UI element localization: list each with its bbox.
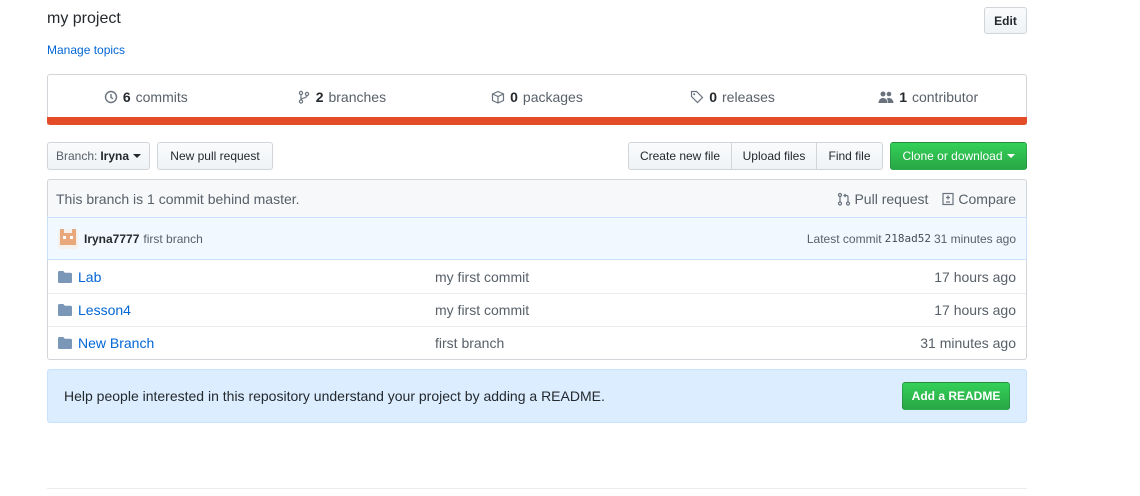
commit-age: 31 minutes ago xyxy=(933,231,1016,246)
branch-select-button[interactable]: Branch: Iryna xyxy=(47,142,150,170)
file-row: Lab my first commit 17 hours ago xyxy=(48,260,1026,293)
file-commit-message[interactable]: first branch xyxy=(435,335,920,351)
commit-author[interactable]: Iryna7777 xyxy=(84,232,139,246)
folder-icon xyxy=(58,337,72,349)
divider xyxy=(47,488,1027,489)
tag-icon xyxy=(691,90,704,104)
file-list: Lab my first commit 17 hours ago Lesson4… xyxy=(47,260,1027,360)
file-age: 17 hours ago xyxy=(934,268,1016,285)
file-name: New Branch xyxy=(78,335,155,351)
contributors-label: contributor xyxy=(911,89,979,105)
compare-label: Compare xyxy=(958,190,1016,207)
commit-message[interactable]: first branch xyxy=(143,232,806,246)
new-pull-request-button[interactable]: New pull request xyxy=(157,142,273,170)
packages-label: packages xyxy=(522,89,583,105)
branch-status-bar: This branch is 1 commit behind master. P… xyxy=(47,179,1027,217)
branch-prefix: Branch: xyxy=(55,149,98,163)
history-icon xyxy=(104,90,118,104)
commits-label: commits xyxy=(135,89,188,105)
commits-link[interactable]: 6 commits xyxy=(48,89,244,105)
branches-link[interactable]: 2 branches xyxy=(244,89,440,105)
file-name-link[interactable]: Lab xyxy=(58,269,435,285)
contributors-count: 1 xyxy=(899,89,907,105)
find-file-button[interactable]: Find file xyxy=(816,142,883,170)
people-icon xyxy=(878,91,894,103)
branches-count: 2 xyxy=(315,89,324,105)
file-row: New Branch first branch 31 minutes ago xyxy=(48,326,1026,359)
file-name: Lesson4 xyxy=(78,302,131,318)
releases-label: releases xyxy=(722,89,775,105)
diff-icon xyxy=(942,192,955,205)
git-branch-icon xyxy=(298,90,309,104)
create-new-file-button[interactable]: Create new file xyxy=(628,142,732,170)
edit-button[interactable]: Edit xyxy=(984,7,1027,34)
upload-files-button[interactable]: Upload files xyxy=(731,142,817,170)
chevron-down-icon xyxy=(1006,154,1015,158)
packages-link[interactable]: 0 packages xyxy=(439,89,635,105)
commits-count: 6 xyxy=(122,89,131,105)
branches-label: branches xyxy=(328,89,387,105)
file-age: 31 minutes ago xyxy=(920,335,1016,351)
packages-count: 0 xyxy=(510,89,518,105)
chevron-down-icon xyxy=(133,154,142,158)
manage-topics-link[interactable]: Manage topics xyxy=(47,43,125,57)
package-icon xyxy=(492,90,505,104)
branch-status-text: This branch is 1 commit behind master. xyxy=(56,190,300,207)
file-name: Lab xyxy=(78,268,102,285)
compare-link[interactable]: Compare xyxy=(941,191,1016,207)
repo-description: my project xyxy=(47,10,121,27)
releases-count: 0 xyxy=(709,89,718,105)
repo-summary: 6 commits 2 branches 0 packages 0 releas… xyxy=(47,74,1027,125)
folder-icon xyxy=(58,270,72,283)
contributors-link[interactable]: 1 contributor xyxy=(830,89,1026,105)
add-readme-button[interactable]: Add a README xyxy=(902,382,1010,410)
file-name-link[interactable]: New Branch xyxy=(58,335,435,351)
pull-request-label: Pull request xyxy=(854,190,929,207)
file-name-link[interactable]: Lesson4 xyxy=(58,302,435,318)
file-row: Lesson4 my first commit 17 hours ago xyxy=(48,293,1026,326)
clone-or-download-button[interactable]: Clone or download xyxy=(890,142,1027,170)
pull-request-link[interactable]: Pull request xyxy=(837,191,928,207)
branch-name: Iryna xyxy=(100,149,130,163)
releases-link[interactable]: 0 releases xyxy=(635,89,831,105)
readme-prompt-text: Help people interested in this repositor… xyxy=(64,388,605,404)
latest-commit-bar: Iryna7777 first branch Latest commit 218… xyxy=(47,217,1027,260)
latest-commit-prefix: Latest commit xyxy=(806,231,882,246)
commit-sha[interactable]: 218ad52 xyxy=(885,232,931,245)
file-commit-message[interactable]: my first commit xyxy=(435,269,934,285)
language-bar[interactable] xyxy=(47,117,1027,125)
file-age: 17 hours ago xyxy=(934,302,1016,318)
readme-prompt: Help people interested in this repositor… xyxy=(47,369,1027,423)
folder-icon xyxy=(58,304,72,316)
clone-label: Clone or download xyxy=(902,149,1003,163)
avatar[interactable] xyxy=(58,228,78,249)
file-commit-message[interactable]: my first commit xyxy=(435,302,934,318)
git-pull-request-icon xyxy=(838,192,851,206)
